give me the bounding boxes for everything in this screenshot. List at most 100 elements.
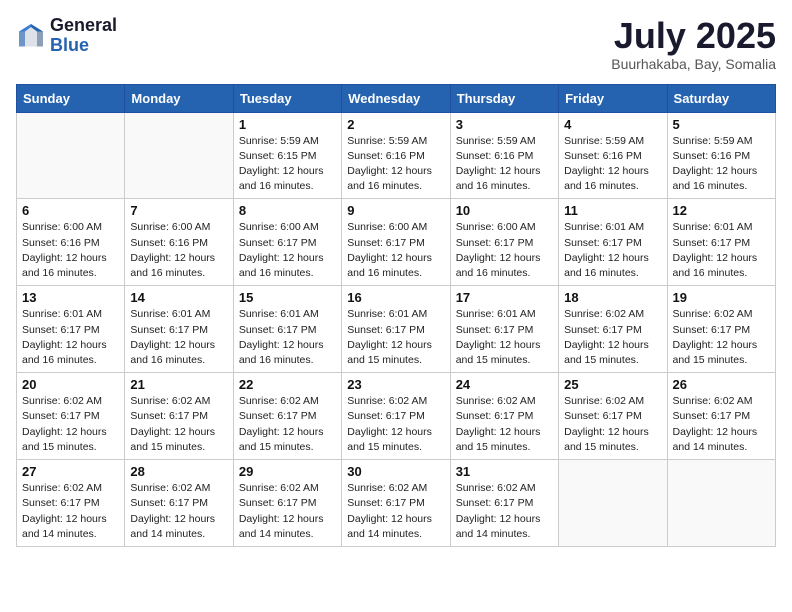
calendar-cell: 6 Sunrise: 6:00 AMSunset: 6:16 PMDaylight… — [17, 199, 125, 286]
calendar-cell: 25 Sunrise: 6:02 AMSunset: 6:17 PMDayligh… — [559, 373, 667, 460]
location-text: Buurhakaba, Bay, Somalia — [611, 56, 776, 72]
calendar-cell: 27Sunrise: 6:02 AMSunset: 6:17 PMDayligh… — [17, 460, 125, 547]
day-info: Sunrise: 6:02 AMSunset: 6:17 PMDaylight:… — [347, 481, 444, 542]
calendar-cell: 28Sunrise: 6:02 AMSunset: 6:17 PMDayligh… — [125, 460, 233, 547]
calendar-cell: 26Sunrise: 6:02 AMSunset: 6:17 PMDayligh… — [667, 373, 775, 460]
day-number: 20 — [22, 377, 119, 392]
day-info: Sunrise: 6:02 AMSunset: 6:17 PMDaylight:… — [456, 481, 553, 542]
day-number: 11 — [564, 203, 661, 218]
day-info: Sunrise: 6:02 AMSunset: 6:17 PMDaylight:… — [347, 394, 444, 455]
calendar-cell: 4 Sunrise: 5:59 AMSunset: 6:16 PMDaylight… — [559, 112, 667, 199]
day-info: Sunrise: 6:01 AMSunset: 6:17 PMDaylight:… — [239, 307, 336, 368]
day-number: 13 — [22, 290, 119, 305]
day-info: Sunrise: 6:02 AMSunset: 6:17 PMDaylight:… — [673, 394, 770, 455]
day-info: Sunrise: 6:01 AMSunset: 6:17 PMDaylight:… — [22, 307, 119, 368]
day-number: 4 — [564, 117, 661, 132]
calendar-cell: 11Sunrise: 6:01 AMSunset: 6:17 PMDayligh… — [559, 199, 667, 286]
logo-general-text: General — [50, 16, 117, 36]
day-number: 19 — [673, 290, 770, 305]
month-title: July 2025 — [611, 16, 776, 56]
day-info: Sunrise: 6:00 AMSunset: 6:17 PMDaylight:… — [347, 220, 444, 281]
logo: General Blue — [16, 16, 117, 56]
day-number: 14 — [130, 290, 227, 305]
day-info: Sunrise: 6:01 AMSunset: 6:17 PMDaylight:… — [130, 307, 227, 368]
day-number: 8 — [239, 203, 336, 218]
day-info: Sunrise: 6:00 AMSunset: 6:17 PMDaylight:… — [239, 220, 336, 281]
day-info: Sunrise: 6:02 AMSunset: 6:17 PMDaylight:… — [22, 394, 119, 455]
day-info: Sunrise: 6:01 AMSunset: 6:17 PMDaylight:… — [456, 307, 553, 368]
calendar-cell — [17, 112, 125, 199]
week-row-1: 1 Sunrise: 5:59 AMSunset: 6:15 PMDaylight… — [17, 112, 776, 199]
calendar-cell — [667, 460, 775, 547]
calendar-cell: 1 Sunrise: 5:59 AMSunset: 6:15 PMDaylight… — [233, 112, 341, 199]
day-number: 12 — [673, 203, 770, 218]
calendar-cell: 29 Sunrise: 6:02 AMSunset: 6:17 PMDayligh… — [233, 460, 341, 547]
day-number: 7 — [130, 203, 227, 218]
day-info: Sunrise: 6:01 AMSunset: 6:17 PMDaylight:… — [347, 307, 444, 368]
logo-blue-text: Blue — [50, 36, 117, 56]
calendar-cell: 23 Sunrise: 6:02 AMSunset: 6:17 PMDayligh… — [342, 373, 450, 460]
calendar-header-sunday: Sunday — [17, 84, 125, 112]
logo-text: General Blue — [50, 16, 117, 56]
day-info: Sunrise: 6:02 AMSunset: 6:17 PMDaylight:… — [673, 307, 770, 368]
day-number: 16 — [347, 290, 444, 305]
day-info: Sunrise: 6:02 AMSunset: 6:17 PMDaylight:… — [456, 394, 553, 455]
calendar-table: SundayMondayTuesdayWednesdayThursdayFrid… — [16, 84, 776, 547]
calendar-header-tuesday: Tuesday — [233, 84, 341, 112]
day-info: Sunrise: 5:59 AMSunset: 6:16 PMDaylight:… — [456, 134, 553, 195]
day-info: Sunrise: 6:00 AMSunset: 6:16 PMDaylight:… — [22, 220, 119, 281]
calendar-header-thursday: Thursday — [450, 84, 558, 112]
day-info: Sunrise: 5:59 AMSunset: 6:16 PMDaylight:… — [673, 134, 770, 195]
day-info: Sunrise: 6:00 AMSunset: 6:16 PMDaylight:… — [130, 220, 227, 281]
calendar-cell — [559, 460, 667, 547]
calendar-cell: 2Sunrise: 5:59 AMSunset: 6:16 PMDaylight… — [342, 112, 450, 199]
calendar-header-saturday: Saturday — [667, 84, 775, 112]
day-number: 3 — [456, 117, 553, 132]
week-row-5: 27Sunrise: 6:02 AMSunset: 6:17 PMDayligh… — [17, 460, 776, 547]
calendar-cell: 9Sunrise: 6:00 AMSunset: 6:17 PMDaylight… — [342, 199, 450, 286]
day-number: 29 — [239, 464, 336, 479]
day-number: 22 — [239, 377, 336, 392]
day-number: 23 — [347, 377, 444, 392]
day-number: 5 — [673, 117, 770, 132]
day-info: Sunrise: 6:00 AMSunset: 6:17 PMDaylight:… — [456, 220, 553, 281]
day-number: 31 — [456, 464, 553, 479]
day-info: Sunrise: 5:59 AMSunset: 6:15 PMDaylight:… — [239, 134, 336, 195]
day-number: 6 — [22, 203, 119, 218]
week-row-2: 6 Sunrise: 6:00 AMSunset: 6:16 PMDaylight… — [17, 199, 776, 286]
calendar-cell — [125, 112, 233, 199]
day-number: 24 — [456, 377, 553, 392]
day-info: Sunrise: 6:02 AMSunset: 6:17 PMDaylight:… — [564, 394, 661, 455]
day-number: 30 — [347, 464, 444, 479]
calendar-cell: 12 Sunrise: 6:01 AMSunset: 6:17 PMDayligh… — [667, 199, 775, 286]
day-info: Sunrise: 6:02 AMSunset: 6:17 PMDaylight:… — [239, 481, 336, 542]
calendar-cell: 14 Sunrise: 6:01 AMSunset: 6:17 PMDayligh… — [125, 286, 233, 373]
day-info: Sunrise: 6:02 AMSunset: 6:17 PMDaylight:… — [22, 481, 119, 542]
calendar-cell: 15 Sunrise: 6:01 AMSunset: 6:17 PMDayligh… — [233, 286, 341, 373]
day-number: 10 — [456, 203, 553, 218]
day-info: Sunrise: 5:59 AMSunset: 6:16 PMDaylight:… — [564, 134, 661, 195]
logo-icon — [16, 21, 46, 51]
calendar-cell: 20 Sunrise: 6:02 AMSunset: 6:17 PMDayligh… — [17, 373, 125, 460]
calendar-cell: 31 Sunrise: 6:02 AMSunset: 6:17 PMDayligh… — [450, 460, 558, 547]
page-header: General Blue July 2025 Buurhakaba, Bay, … — [16, 16, 776, 72]
calendar-cell: 19 Sunrise: 6:02 AMSunset: 6:17 PMDayligh… — [667, 286, 775, 373]
day-number: 21 — [130, 377, 227, 392]
calendar-cell: 22Sunrise: 6:02 AMSunset: 6:17 PMDayligh… — [233, 373, 341, 460]
day-number: 17 — [456, 290, 553, 305]
calendar-cell: 7 Sunrise: 6:00 AMSunset: 6:16 PMDaylight… — [125, 199, 233, 286]
day-info: Sunrise: 6:01 AMSunset: 6:17 PMDaylight:… — [673, 220, 770, 281]
day-number: 25 — [564, 377, 661, 392]
day-number: 1 — [239, 117, 336, 132]
day-info: Sunrise: 6:02 AMSunset: 6:17 PMDaylight:… — [130, 394, 227, 455]
title-block: July 2025 Buurhakaba, Bay, Somalia — [611, 16, 776, 72]
calendar-cell: 21 Sunrise: 6:02 AMSunset: 6:17 PMDayligh… — [125, 373, 233, 460]
calendar-cell: 10 Sunrise: 6:00 AMSunset: 6:17 PMDayligh… — [450, 199, 558, 286]
calendar-cell: 17 Sunrise: 6:01 AMSunset: 6:17 PMDayligh… — [450, 286, 558, 373]
calendar-header-wednesday: Wednesday — [342, 84, 450, 112]
calendar-cell: 13 Sunrise: 6:01 AMSunset: 6:17 PMDayligh… — [17, 286, 125, 373]
day-number: 15 — [239, 290, 336, 305]
day-info: Sunrise: 6:02 AMSunset: 6:17 PMDaylight:… — [130, 481, 227, 542]
day-number: 18 — [564, 290, 661, 305]
calendar-header-friday: Friday — [559, 84, 667, 112]
